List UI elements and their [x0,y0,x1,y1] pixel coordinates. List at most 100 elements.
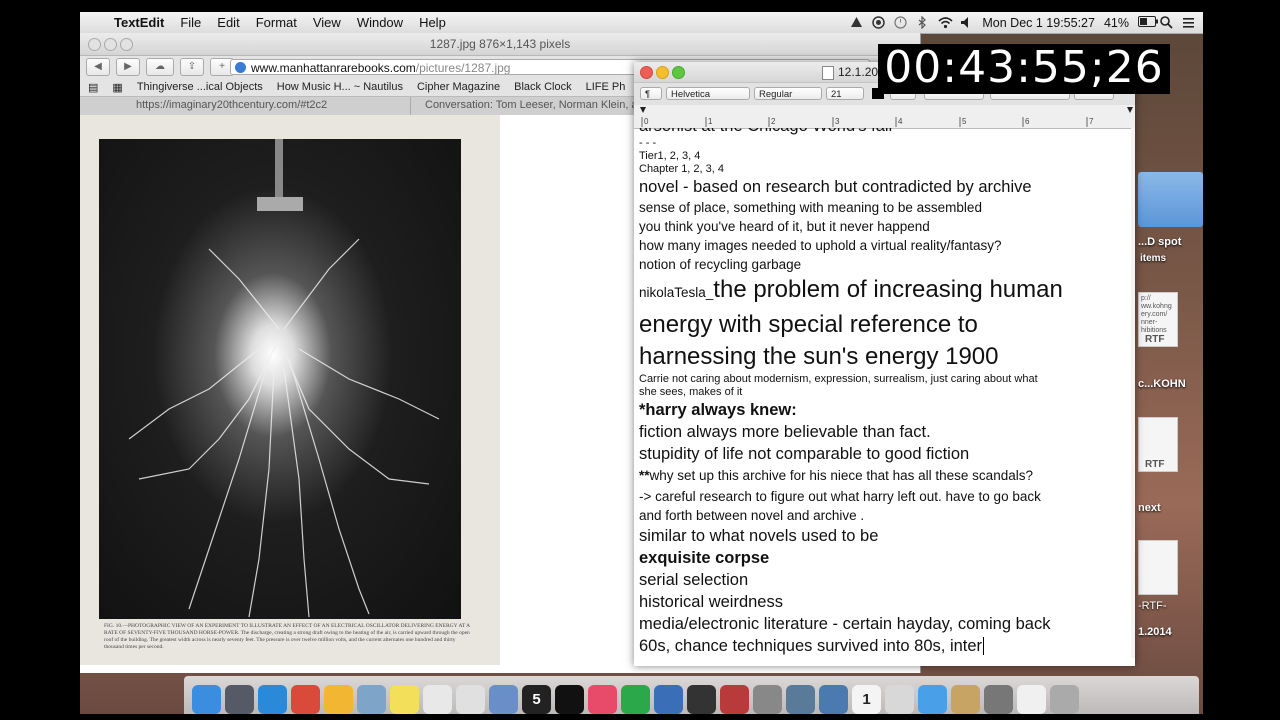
preview-icon[interactable] [357,684,386,714]
messages-icon[interactable] [918,684,947,714]
safari-icon[interactable] [258,684,287,714]
menu-app-name[interactable]: TextEdit [106,15,172,30]
minimize-icon[interactable] [104,38,117,51]
close-icon[interactable] [640,66,653,79]
desktop-item-label[interactable]: c...KOHN [1138,378,1186,390]
bookmark-item[interactable]: Black Clock [514,81,571,93]
notes-icon[interactable] [456,684,485,714]
system-preferences-icon[interactable] [984,684,1013,714]
share-button[interactable]: ⇪ [180,58,204,76]
spotlight-search-icon[interactable] [1160,16,1173,29]
menu-help[interactable]: Help [411,15,454,30]
photo-caption: FIG. 10.—PHOTOGRAPHIC VIEW OF AN EXPERIM… [104,623,470,650]
browser-title: 1287.jpg 876×1,143 pixels [429,37,571,51]
xcode-icon[interactable] [489,684,518,714]
doc-line: she sees, makes of it [639,386,743,398]
menu-window[interactable]: Window [349,15,411,30]
icloud-icon[interactable]: ☁ [146,58,174,76]
image-capture-icon[interactable] [786,684,815,714]
final-cut-icon[interactable] [687,684,716,714]
menu-format[interactable]: Format [248,15,305,30]
menubar-status-area: Mon Dec 1 19:55:27 41% [850,12,1195,33]
zoom-icon[interactable] [672,66,685,79]
wifi-icon[interactable] [938,16,953,29]
browser-titlebar: 1287.jpg 876×1,143 pixels [80,33,920,56]
vertical-scrollbar[interactable] [1131,128,1135,658]
ruler[interactable]: 0 1 2 3 4 5 6 7 [634,105,1135,129]
google-drive-icon[interactable] [324,684,353,714]
finder-icon[interactable] [192,684,221,714]
desktop-document-icon[interactable] [1138,540,1178,595]
reading-list-icon[interactable]: ▤ [88,81,98,94]
menubar-clock[interactable]: Mon Dec 1 19:55:27 [982,16,1095,30]
automator-icon[interactable] [753,684,782,714]
zoom-icon[interactable] [120,38,133,51]
desktop-folder-icon[interactable] [1138,172,1203,227]
menu-edit[interactable]: Edit [209,15,247,30]
time-machine-icon[interactable] [894,16,907,29]
notification-center-icon[interactable] [1182,16,1195,29]
font-size-select[interactable]: 21 [826,87,864,100]
bookmark-item[interactable]: How Music H... ~ Nautilus [277,81,403,93]
ustream-live-icon[interactable] [555,684,584,714]
quicktime-icon[interactable] [654,684,683,714]
doc-line: stupidity of life not comparable to good… [639,445,970,463]
back-button[interactable]: ◀ [86,58,110,76]
menu-view[interactable]: View [305,15,349,30]
preview-doc-icon[interactable] [885,684,914,714]
battery-percent[interactable]: 41% [1104,16,1129,30]
forward-button[interactable]: ▶ [116,58,140,76]
document-proxy-icon[interactable] [822,66,834,80]
doc-line: how many images needed to uphold a virtu… [639,238,1002,253]
browser-tab[interactable]: https://imaginary20thcentury.com/#t2c2 [80,97,411,115]
calendar-icon[interactable]: 1 [852,684,881,714]
url-path: /pictures/1287.jpg [415,61,511,75]
bookmark-item[interactable]: LIFE Ph [586,81,626,93]
desktop-item-label[interactable]: next [1138,502,1161,514]
google-drive-status-icon[interactable] [850,16,863,29]
document-icon[interactable] [1017,684,1046,714]
desktop-item-label[interactable]: 1.2014 [1138,626,1172,638]
volume-icon[interactable] [960,16,973,29]
top-sites-icon[interactable]: ▦ [112,81,122,94]
spotify-icon[interactable] [621,684,650,714]
desktop-item-label[interactable]: ...D spot [1138,236,1181,248]
battery-icon[interactable] [1138,16,1158,29]
doc-line: historical weirdness [639,593,783,611]
photo-booth-icon[interactable] [720,684,749,714]
bookmark-item[interactable]: Thingiverse ...ical Objects [137,81,263,93]
tesla-prefix: nikolaTesla_ [639,285,714,300]
record-status-icon[interactable] [872,16,886,29]
paragraph-style-popup[interactable]: ¶ [640,87,662,100]
doc-line: exquisite corpse [639,549,770,567]
doc-line: media/electronic literature - certain ha… [639,615,1051,633]
stickies-icon[interactable] [390,684,419,714]
desktop-item-sublabel: items [1140,253,1167,264]
iphoto-icon[interactable] [819,684,848,714]
minimize-icon[interactable] [656,66,669,79]
textedit-icon[interactable] [423,684,452,714]
doc-line: similar to what novels used to be [639,527,879,545]
ruler-mark: 1 [708,117,713,126]
menubar: TextEdit File Edit Format View Window He… [80,12,1203,34]
desktop-item-label[interactable]: -RTF- [1138,600,1167,612]
trash-icon[interactable] [1050,684,1079,714]
font-family-select[interactable]: Helvetica [666,87,750,100]
five-icon[interactable]: 5 [522,684,551,714]
desktop-rtf-document-icon[interactable]: p:// ww.kohng ery.com/ nner- hibitions RT… [1138,292,1178,347]
launchpad-icon[interactable] [225,684,254,714]
document-text-area[interactable]: arsonist at the Chicago World's fair - -… [634,128,1135,666]
desktop-rtf-document-icon[interactable]: RTF [1138,417,1178,472]
menu-file[interactable]: File [172,15,209,30]
doc-line: 60s, chance techniques survived into 80s… [639,635,1135,657]
close-icon[interactable] [88,38,101,51]
chrome-icon[interactable] [291,684,320,714]
itunes-icon[interactable] [588,684,617,714]
bluetooth-icon[interactable] [916,15,929,30]
rtf-label: RTF [1145,334,1165,345]
font-style-select[interactable]: Regular [754,87,822,100]
bookmark-item[interactable]: Cipher Magazine [417,81,500,93]
doc-line: nikolaTesla_the problem of increasing hu… [639,274,1135,309]
doc-line: harnessing the sun's energy 1900 [639,343,999,370]
folder-icon[interactable] [951,684,980,714]
